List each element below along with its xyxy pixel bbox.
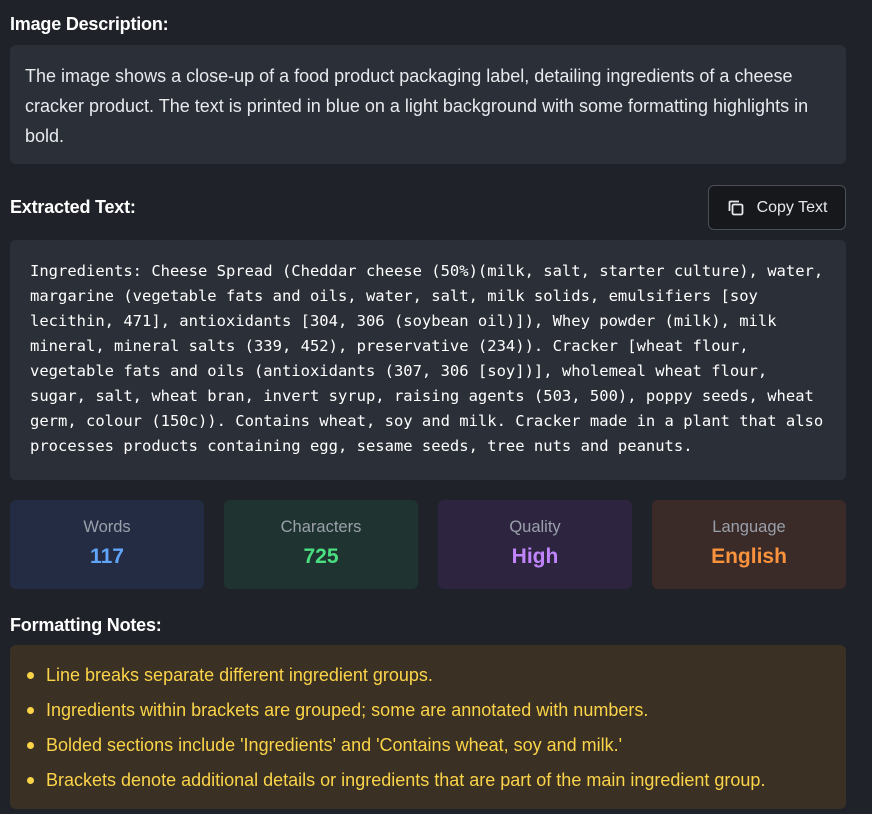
list-item: Ingredients within brackets are grouped;… (24, 696, 832, 731)
note-text: Brackets denote additional details or in… (46, 770, 766, 790)
stat-characters-card: Characters 725 (224, 500, 418, 589)
stat-language-label: Language (712, 518, 786, 536)
stat-words-card: Words 117 (10, 500, 204, 589)
list-item: Brackets denote additional details or in… (24, 766, 832, 801)
image-description-heading: Image Description: (10, 14, 169, 34)
stat-language-card: Language English (652, 500, 846, 589)
stat-quality-card: Quality High (438, 500, 632, 589)
list-item: Line breaks separate different ingredien… (24, 661, 832, 696)
note-text: Ingredients within brackets are grouped;… (46, 700, 649, 720)
copy-text-button[interactable]: Copy Text (708, 185, 846, 230)
formatting-notes-list: Line breaks separate different ingredien… (24, 661, 832, 801)
note-text: Bolded sections include 'Ingredients' an… (46, 735, 623, 755)
stat-language-value: English (711, 545, 787, 568)
list-item: Bolded sections include 'Ingredients' an… (24, 731, 832, 766)
note-text: Line breaks separate different ingredien… (46, 665, 433, 685)
stat-characters-label: Characters (280, 518, 362, 536)
stat-words-label: Words (83, 518, 131, 536)
extracted-text-block[interactable]: Ingredients: Cheese Spread (Cheddar chee… (10, 240, 846, 480)
formatting-notes-heading: Formatting Notes: (10, 615, 162, 635)
copy-icon (727, 199, 745, 217)
bullet-icon (27, 742, 34, 749)
stat-quality-value: High (511, 545, 559, 568)
stat-characters-value: 725 (303, 545, 339, 568)
copy-text-label: Copy Text (756, 198, 828, 216)
extracted-text-heading: Extracted Text: (10, 197, 136, 217)
bullet-icon (27, 672, 34, 679)
bullet-icon (27, 707, 34, 714)
formatting-notes-card: Line breaks separate different ingredien… (10, 645, 846, 809)
stat-words-value: 117 (90, 545, 124, 568)
stat-quality-label: Quality (509, 518, 561, 536)
image-description-text: The image shows a close-up of a food pro… (10, 45, 846, 164)
bullet-icon (27, 777, 34, 784)
